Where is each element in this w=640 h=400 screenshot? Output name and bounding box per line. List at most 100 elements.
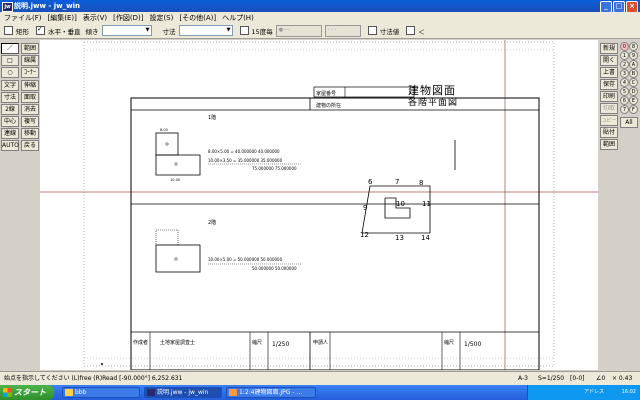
- save-button[interactable]: 保存: [600, 79, 618, 90]
- status-paper[interactable]: A-3: [518, 372, 528, 386]
- layer-5-button[interactable]: 5: [620, 87, 629, 96]
- stretch-tool-button[interactable]: 伸縮: [21, 80, 39, 91]
- move-tool-button[interactable]: 移動: [21, 128, 39, 139]
- auto-tool-button[interactable]: AUTO: [1, 140, 19, 151]
- scale-label-1: 縮尺: [252, 339, 262, 346]
- svg-text:7: 7: [395, 178, 399, 186]
- layer-1-button[interactable]: 1: [620, 51, 629, 60]
- deg15-label: 15度毎: [251, 27, 273, 36]
- rect-checkbox[interactable]: [4, 26, 13, 35]
- drawing-canvas[interactable]: 家屋番号 建物の所在 建物図面 各階平面図 作成者 土地家屋調査士 縮尺 1/2…: [40, 40, 598, 370]
- layer-e-button[interactable]: E: [629, 96, 638, 105]
- angle-checkbox[interactable]: [406, 26, 416, 35]
- copy-tool-button[interactable]: 複写: [21, 116, 39, 127]
- layer-d-button[interactable]: D: [629, 87, 638, 96]
- floor1-marker-b: [174, 162, 178, 166]
- svg-text:10: 10: [396, 200, 405, 208]
- start-button[interactable]: スタート: [0, 385, 54, 400]
- title-main: 建物図面: [408, 83, 456, 97]
- rect-tool-button[interactable]: □: [1, 55, 19, 66]
- author-value: 土地家屋調査士: [160, 339, 195, 346]
- continuous-line-tool-button[interactable]: 連線: [1, 128, 19, 139]
- status-zoom[interactable]: × 0.43: [612, 372, 632, 386]
- disabled-circle-button[interactable]: ●----: [275, 24, 322, 37]
- taskbar-item-folder[interactable]: bbb: [62, 387, 140, 398]
- calc-row-1: 8.00×5.00 = 40.000000 40.000000: [208, 149, 280, 154]
- undo-tool-button[interactable]: 戻る: [21, 140, 39, 151]
- paste-button[interactable]: 貼付: [600, 127, 618, 138]
- layer-3-button[interactable]: 3: [620, 69, 629, 78]
- dimval-checkbox[interactable]: [367, 26, 377, 35]
- status-message: 始点を指示してください (L)free (R)Read [-90.000°] 6…: [4, 375, 183, 382]
- copy-button[interactable]: コピー: [600, 115, 618, 126]
- menu-edit[interactable]: [編集(E)]: [48, 13, 77, 23]
- layer-0-button[interactable]: 0: [620, 42, 629, 51]
- center-line-tool-button[interactable]: 中心線: [1, 116, 19, 135]
- menu-other[interactable]: [その他(A)]: [179, 13, 216, 23]
- menu-view[interactable]: 表示(V): [83, 13, 107, 23]
- tilt-combo[interactable]: [101, 25, 152, 36]
- cut-button[interactable]: 切取: [600, 103, 618, 114]
- taskbar: スタート bbb 説明.jww - jw_win 1:2:4建物図面.JPG -…: [0, 385, 640, 400]
- menu-file[interactable]: ファイル(F): [4, 13, 42, 23]
- floor1-room-b: [155, 154, 201, 176]
- dim-label: 寸法: [162, 27, 176, 36]
- layer-4-button[interactable]: 4: [620, 78, 629, 87]
- hv-checkbox[interactable]: [36, 25, 45, 35]
- layer-7-button[interactable]: 7: [620, 105, 629, 114]
- layer-8-button[interactable]: 8: [629, 42, 638, 51]
- taskbar-item-image[interactable]: 1:2:4建物図面.JPG - ...: [226, 387, 316, 398]
- menu-settings[interactable]: 設定(S): [149, 13, 173, 23]
- corner-tool-button[interactable]: ｺｰﾅｰ: [21, 67, 39, 78]
- window-title: 説明.jww - jw_win: [14, 2, 80, 10]
- layer-a-button[interactable]: A: [629, 60, 638, 69]
- house-no-label: 家屋番号: [316, 90, 336, 97]
- new-button[interactable]: 新規: [600, 43, 618, 54]
- calc-total-2: 50.000000 50.000000: [252, 266, 297, 271]
- author-label: 作成者: [133, 339, 148, 346]
- floor1-dim-bottom: 10.00: [170, 178, 180, 182]
- disabled-line-button[interactable]: - - -: [324, 24, 361, 37]
- open-button[interactable]: 開く: [600, 55, 618, 66]
- layer-b-button[interactable]: B: [629, 69, 638, 78]
- range-select-button[interactable]: 範囲: [600, 139, 618, 150]
- layer-6-button[interactable]: 6: [620, 96, 629, 105]
- status-angle[interactable]: ∠0: [596, 372, 605, 386]
- svg-text:9: 9: [363, 204, 367, 212]
- clock[interactable]: 16:02: [622, 385, 636, 400]
- layer-c-button[interactable]: C: [629, 78, 638, 87]
- dimension-tool-button[interactable]: 寸法: [1, 92, 19, 103]
- menu-help[interactable]: ヘルプ(H): [222, 13, 254, 23]
- floor2-label: 2階: [208, 219, 216, 226]
- text-tool-button[interactable]: 文字: [1, 80, 19, 91]
- status-layer[interactable]: [0-0]: [570, 372, 584, 386]
- menu-draw[interactable]: [作図(D)]: [113, 13, 143, 23]
- layer-9-button[interactable]: 9: [629, 51, 638, 60]
- numbered-sketch: 6 7 8 9 10 11 12 13 14: [360, 178, 431, 242]
- layer-2-button[interactable]: 2: [620, 60, 629, 69]
- hv-label: 水平・垂直: [48, 27, 81, 36]
- double-line-tool-button[interactable]: 2線: [1, 104, 19, 115]
- dim-combo[interactable]: [178, 25, 233, 36]
- status-scale[interactable]: S=1/250: [538, 372, 564, 386]
- erase-tool-button[interactable]: 消去: [21, 104, 39, 115]
- print-button[interactable]: 印刷: [600, 91, 618, 102]
- taskbar-item-jww[interactable]: 説明.jww - jw_win: [144, 387, 222, 398]
- deg15-checkbox[interactable]: [239, 26, 249, 35]
- range-tool-button[interactable]: 範囲: [21, 43, 39, 54]
- drawing-svg: 家屋番号 建物の所在 建物図面 各階平面図 作成者 土地家屋調査士 縮尺 1/2…: [40, 40, 598, 370]
- layer-all-button[interactable]: All: [620, 117, 638, 128]
- overwrite-button[interactable]: 上書: [600, 67, 618, 78]
- system-tray: アドレス 16:02: [527, 385, 640, 400]
- option-toolbar: 矩形 水平・垂直 傾き 寸法 15度毎 ●---- - - - 寸法値 ＜: [0, 23, 640, 39]
- circle-tool-button[interactable]: ○: [1, 67, 19, 78]
- folder-icon: [65, 389, 73, 396]
- menu-bar: ファイル(F) [編集(E)] 表示(V) [作図(D)] 設定(S) [その他…: [0, 12, 640, 23]
- scale-label-2: 縮尺: [444, 339, 454, 346]
- left-tool-palette: ／ □ ○ 文字 寸法 2線 中心線 連線 AUTO 範囲 線属 ｺｰﾅｰ 伸縮…: [0, 40, 40, 370]
- line-tool-button[interactable]: ／: [1, 43, 19, 54]
- layer-f-button[interactable]: F: [629, 105, 638, 114]
- chamfer-tool-button[interactable]: 面取: [21, 92, 39, 103]
- svg-text:12: 12: [360, 231, 369, 239]
- line-attr-tool-button[interactable]: 線属: [21, 55, 39, 66]
